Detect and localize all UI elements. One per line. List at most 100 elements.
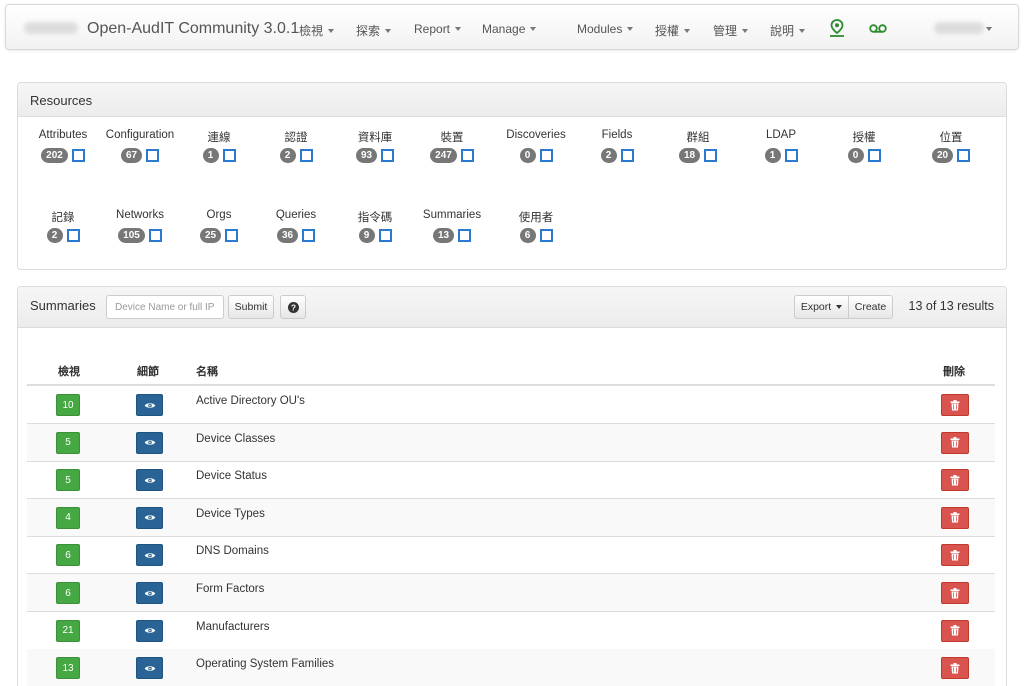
view-count-button[interactable]: 5 [56, 431, 80, 454]
menu-modules[interactable]: Modules [577, 22, 634, 36]
resource-checkbox[interactable] [620, 149, 634, 162]
resource-checkbox[interactable] [148, 229, 162, 242]
export-button[interactable]: Export [794, 295, 849, 319]
menu-report[interactable]: Report [414, 22, 462, 36]
resource-label[interactable]: 指令碼 [335, 209, 415, 225]
details-button[interactable] [136, 582, 163, 604]
resource-count-badge: 0 [847, 148, 864, 163]
resource-checkbox[interactable] [381, 149, 395, 162]
view-count-button[interactable]: 6 [56, 582, 80, 604]
menu-help[interactable]: 說明 [770, 22, 806, 39]
menu-discover[interactable]: 探索 [356, 22, 392, 39]
resource-checkbox[interactable] [539, 149, 553, 162]
view-count-button[interactable]: 4 [56, 506, 80, 529]
details-button[interactable] [136, 469, 163, 492]
eye-icon [144, 477, 155, 483]
resource-controls: 105 [100, 228, 180, 243]
help-button[interactable]: ? [280, 295, 306, 319]
resource-label[interactable]: Queries [256, 209, 336, 225]
delete-button[interactable] [941, 657, 969, 680]
chevron-down-icon[interactable] [986, 27, 992, 31]
menu-admin[interactable]: 管理 [713, 22, 749, 39]
delete-button[interactable] [941, 544, 969, 567]
resource-label[interactable]: 使用者 [496, 209, 576, 225]
menu-view[interactable]: 檢視 [299, 22, 335, 39]
resource-checkbox[interactable] [867, 149, 881, 162]
column-header-name: 名稱 [196, 366, 218, 378]
details-button[interactable] [136, 431, 163, 454]
resource-checkbox[interactable] [957, 149, 971, 162]
resource-label[interactable]: LDAP [741, 129, 821, 145]
resource-label[interactable]: Discoveries [496, 129, 576, 145]
view-count-button[interactable]: 10 [56, 394, 80, 416]
details-button[interactable] [136, 619, 163, 642]
resource-checkbox[interactable] [784, 149, 798, 162]
resource-checkbox[interactable] [378, 229, 392, 242]
resource-checkbox[interactable] [146, 149, 160, 162]
device-search-input[interactable] [106, 295, 224, 319]
delete-button[interactable] [941, 619, 969, 642]
voicemail-icon[interactable] [868, 18, 888, 38]
resource-checkbox[interactable] [302, 229, 316, 242]
resource-checkbox[interactable] [704, 149, 718, 162]
view-count-button[interactable]: 5 [56, 469, 80, 492]
resource-checkbox[interactable] [299, 149, 313, 162]
resource-checkbox[interactable] [222, 149, 236, 162]
resource-checkbox[interactable] [539, 229, 553, 242]
menu-manage[interactable]: Manage [482, 22, 537, 36]
resource-checkbox[interactable] [460, 149, 474, 162]
resource-label[interactable]: Networks [100, 209, 180, 225]
resource-checkbox[interactable] [71, 149, 85, 162]
menu-licenses[interactable]: 授權 [655, 22, 691, 39]
brand-title[interactable]: Open-AudIT Community 3.0.1 [87, 20, 299, 38]
delete-button[interactable] [941, 506, 969, 529]
resource-label[interactable]: 連線 [179, 129, 259, 145]
resource-item: 群組 18 [658, 129, 738, 163]
resource-label[interactable]: Fields [577, 129, 657, 145]
resource-count-badge: 202 [41, 148, 68, 163]
resource-label[interactable]: 記錄 [23, 209, 103, 225]
logo-placeholder [24, 22, 78, 34]
resource-controls: 18 [658, 148, 738, 163]
resource-checkbox[interactable] [66, 229, 80, 242]
resource-count-badge: 6 [519, 228, 536, 243]
details-button[interactable] [136, 394, 163, 416]
resource-controls: 25 [179, 228, 259, 243]
details-button[interactable] [136, 657, 163, 680]
trash-icon [950, 587, 960, 598]
table-row: 21 Manufacturers [27, 612, 995, 650]
details-button[interactable] [136, 544, 163, 567]
resource-label[interactable]: 授權 [824, 129, 904, 145]
details-button[interactable] [136, 506, 163, 529]
map-pin-icon[interactable] [827, 18, 847, 38]
resource-label[interactable]: Attributes [23, 129, 103, 145]
resource-count-badge: 67 [120, 148, 143, 163]
resource-label[interactable]: 位置 [911, 129, 991, 145]
resource-item: 資料庫 93 [335, 129, 415, 163]
view-count-button[interactable]: 6 [56, 544, 80, 567]
resource-label[interactable]: 群組 [658, 129, 738, 145]
resource-label[interactable]: 資料庫 [335, 129, 415, 145]
resource-label[interactable]: Configuration [100, 129, 180, 145]
view-count-button[interactable]: 21 [56, 619, 80, 642]
user-menu-placeholder[interactable] [934, 22, 984, 34]
resource-count-badge: 20 [931, 148, 954, 163]
resource-label[interactable]: Orgs [179, 209, 259, 225]
view-count-button[interactable]: 13 [56, 657, 80, 680]
resource-checkbox[interactable] [225, 229, 239, 242]
resource-controls: 0 [496, 148, 576, 163]
delete-button[interactable] [941, 582, 969, 604]
delete-button[interactable] [941, 394, 969, 416]
svg-text:?: ? [290, 303, 295, 312]
eye-icon [144, 590, 155, 596]
delete-button[interactable] [941, 431, 969, 454]
resource-checkbox[interactable] [458, 229, 472, 242]
submit-button[interactable]: Submit [228, 295, 274, 319]
summary-name: Device Classes [196, 432, 276, 445]
resource-label[interactable]: 認證 [256, 129, 336, 145]
resource-label[interactable]: Summaries [412, 209, 492, 225]
create-button[interactable]: Create [848, 295, 893, 319]
delete-button[interactable] [941, 469, 969, 492]
chevron-down-icon [530, 27, 537, 31]
resource-label[interactable]: 裝置 [412, 129, 492, 145]
